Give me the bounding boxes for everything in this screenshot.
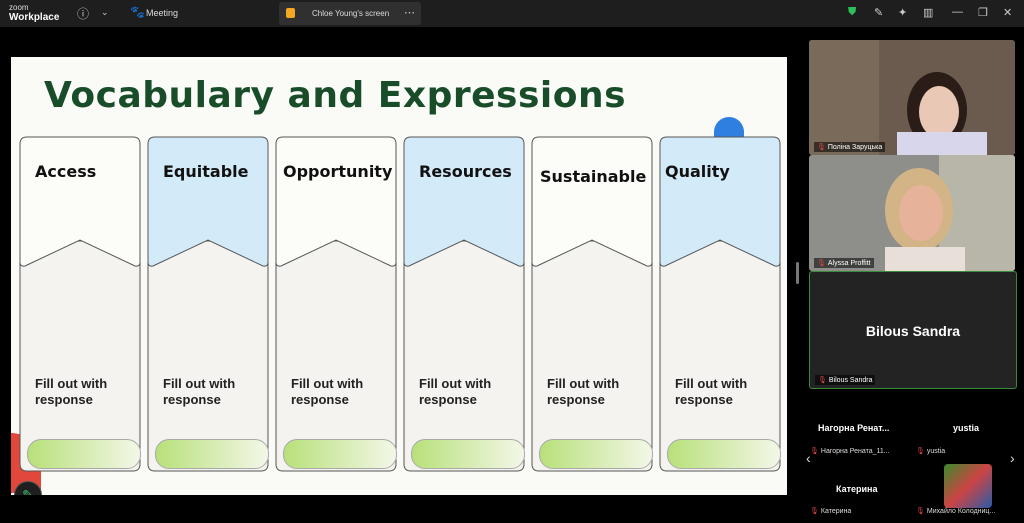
slide-top-band — [11, 33, 787, 57]
response-pill[interactable] — [539, 439, 653, 469]
term-card — [147, 136, 269, 267]
muted-mic-icon: 🎙 — [916, 448, 925, 455]
restore-icon[interactable]: ❐ — [978, 6, 988, 19]
muted-mic-icon: 🎙 — [817, 260, 826, 267]
participant-name-label: 🎙 Alyssa Proffitt — [814, 258, 874, 268]
video-tile-active-speaker[interactable]: Bilous Sandra 🎙 Bilous Sandra — [809, 271, 1017, 389]
participant-name: Нагорна Рената_11... — [820, 448, 890, 455]
response-pill[interactable] — [667, 439, 781, 469]
next-page-arrow[interactable]: › — [1010, 450, 1015, 466]
participant-video-feed — [809, 40, 1015, 155]
participant-video-feed — [809, 155, 1015, 271]
response-placeholder[interactable]: Fill out with response — [547, 376, 647, 408]
response-placeholder[interactable]: Fill out with response — [163, 376, 263, 408]
participant-name-label[interactable]: 🎙 Нагорна Рената_11... — [810, 447, 890, 455]
response-card — [275, 240, 397, 472]
zoom-logo: zoom Workplace — [9, 3, 59, 23]
security-shield-icon[interactable]: ⛊ — [848, 6, 856, 19]
term-card — [275, 136, 397, 267]
participant-name: Михайло Колодниц... — [926, 508, 996, 515]
participant-name-label[interactable]: 🎙 yustia — [916, 447, 945, 455]
title-bar: zoom Workplace ⓘ ⌄ 🐾 Meeting Chloe Young… — [0, 0, 1024, 27]
participant-name-label[interactable]: 🎙 Михайло Колодниц... — [916, 507, 995, 515]
participant-display-name: Катерина — [836, 484, 878, 494]
participant-display-name: Bilous Sandra — [865, 323, 961, 339]
muted-mic-icon: 🎙 — [916, 508, 925, 515]
participant-name-label: 🎙 Поліна Заруцька — [814, 142, 886, 152]
response-placeholder[interactable]: Fill out with response — [35, 376, 135, 408]
chevron-down-icon[interactable]: ⌄ — [101, 7, 109, 18]
ai-sparkle-icon[interactable]: ✦ — [898, 6, 907, 19]
view-layout-icon[interactable]: ▥ — [923, 6, 933, 19]
term-label: Resources — [419, 162, 512, 181]
response-pill[interactable] — [27, 439, 141, 469]
term-label: Quality — [665, 162, 730, 181]
meeting-icon: 🐾 — [130, 5, 145, 19]
response-card — [403, 240, 525, 472]
term-card — [19, 136, 141, 267]
term-label: Equitable — [163, 162, 249, 181]
muted-mic-icon: 🎙 — [810, 448, 819, 455]
screen-share-icon — [286, 8, 295, 18]
term-label: Access — [35, 162, 97, 181]
muted-mic-icon: 🎙 — [817, 144, 826, 151]
participant-name: Поліна Заруцька — [827, 144, 883, 151]
screen-share-tab[interactable]: Chloe Young's screen ⋯ — [279, 2, 421, 25]
minimize-icon[interactable]: — — [952, 6, 963, 18]
shared-slide: Vocabulary and Expressions Access Fill o… — [11, 33, 787, 495]
participant-display-name: yustia — [953, 423, 980, 433]
response-card — [531, 240, 653, 472]
term-card — [403, 136, 525, 267]
slide-title: Vocabulary and Expressions — [44, 75, 627, 116]
response-pill[interactable] — [283, 439, 397, 469]
participant-name-label: 🎙 Bilous Sandra — [815, 375, 876, 385]
response-placeholder[interactable]: Fill out with response — [419, 376, 519, 408]
info-icon[interactable]: ⓘ — [77, 5, 89, 22]
meeting-tab-label[interactable]: Meeting — [146, 8, 178, 18]
response-pill[interactable] — [155, 439, 269, 469]
term-card — [659, 136, 781, 267]
close-icon[interactable]: ✕ — [1003, 6, 1012, 19]
participant-name-label[interactable]: 🎙 Катерина — [810, 507, 851, 515]
participant-display-name: Нагорна Ренат... — [818, 423, 890, 433]
response-card — [659, 240, 781, 472]
participant-avatar — [944, 464, 992, 508]
annotate-pen-icon[interactable]: ✎ — [874, 6, 883, 19]
panel-resize-handle[interactable] — [796, 262, 799, 284]
term-label: Sustainable — [540, 167, 647, 186]
term-card — [531, 136, 653, 267]
term-label: Opportunity — [283, 162, 393, 181]
video-tile-participant[interactable]: 🎙 Alyssa Proffitt — [809, 155, 1015, 271]
response-placeholder[interactable]: Fill out with response — [675, 376, 775, 408]
response-card — [19, 240, 141, 472]
participant-name: Катерина — [820, 508, 852, 515]
participant-name: Bilous Sandra — [828, 377, 873, 384]
more-options-icon[interactable]: ⋯ — [404, 6, 415, 19]
response-pill[interactable] — [411, 439, 525, 469]
logo-line2: Workplace — [9, 12, 60, 23]
video-tile-participant[interactable]: 🎙 Поліна Заруцька — [809, 40, 1015, 155]
screen-share-label: Chloe Young's screen — [312, 9, 390, 18]
participant-name: Alyssa Proffitt — [827, 260, 871, 267]
response-placeholder[interactable]: Fill out with response — [291, 376, 391, 408]
muted-mic-icon: 🎙 — [810, 508, 819, 515]
muted-mic-icon: 🎙 — [818, 377, 827, 384]
response-card — [147, 240, 269, 472]
participant-name: yustia — [926, 448, 946, 455]
